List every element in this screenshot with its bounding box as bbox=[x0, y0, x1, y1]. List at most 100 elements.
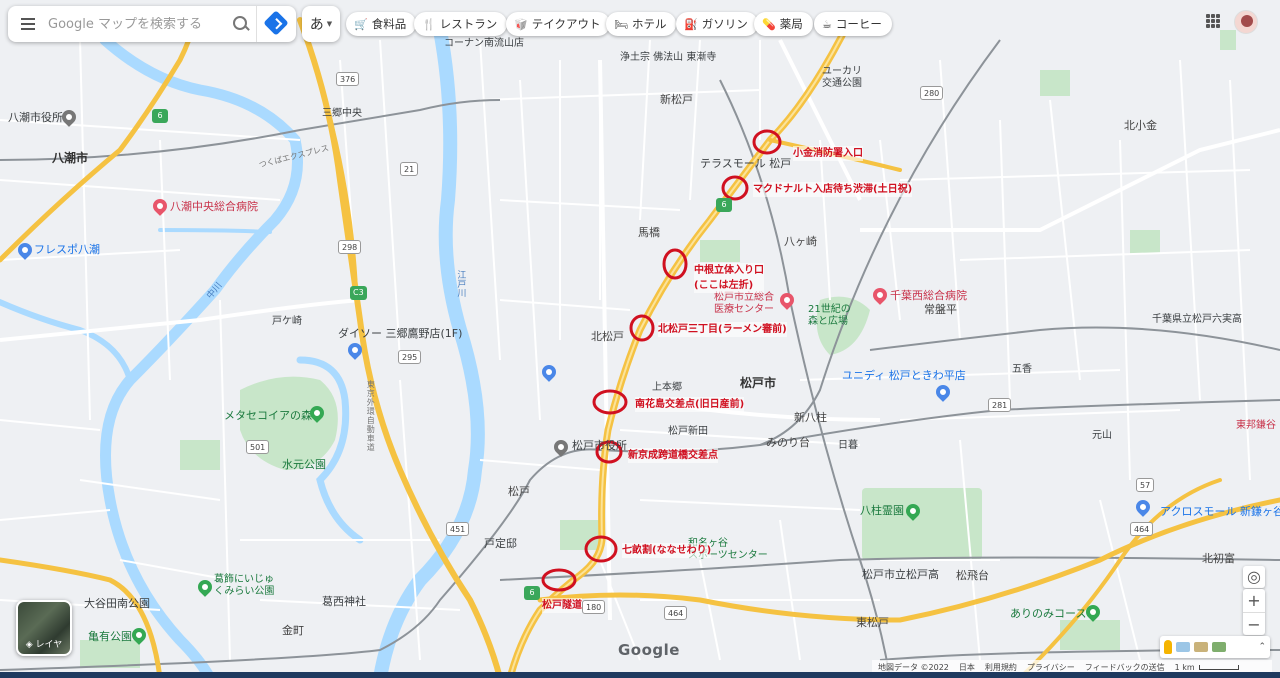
chip-restaurants-label: レストラン bbox=[439, 17, 498, 31]
avatar[interactable] bbox=[1234, 10, 1258, 34]
route-shield-6-b: 6 bbox=[716, 198, 732, 212]
label-oyata: 大谷田南公園 bbox=[84, 597, 150, 610]
search-icon[interactable] bbox=[226, 6, 256, 42]
chip-coffee-label: コーヒー bbox=[835, 17, 882, 31]
map-canvas[interactable] bbox=[0, 0, 1280, 678]
chip-hotels-label: ホテル bbox=[631, 17, 667, 31]
expand-icon[interactable]: ⌃ bbox=[1258, 642, 1266, 652]
label-chiba-nishi: 千葉西総合病院 bbox=[890, 289, 967, 302]
label-motoyama: 元山 bbox=[1092, 430, 1112, 441]
ime-label: あ bbox=[309, 17, 324, 33]
privacy-link[interactable]: プライバシー bbox=[1027, 662, 1075, 673]
label-kaido-6: 東京外環自動車道 bbox=[366, 380, 376, 452]
label-baba: 馬橋 bbox=[638, 226, 660, 239]
route-shield-21: 21 bbox=[400, 162, 419, 176]
route-shield-6-c: 6 bbox=[524, 586, 540, 600]
chip-pharmacy-label: 薬局 bbox=[779, 17, 803, 31]
directions-icon[interactable] bbox=[256, 6, 296, 42]
annotation-6: 新京成跨道橋交差点 bbox=[628, 448, 718, 463]
route-shield-451: 451 bbox=[446, 522, 470, 536]
label-unidy: ユニディ 松戸ときわ平店 bbox=[842, 369, 966, 382]
route-shield-295: 295 bbox=[398, 350, 422, 364]
chip-takeout-label: テイクアウト bbox=[531, 17, 601, 31]
menu-icon[interactable] bbox=[8, 6, 48, 42]
label-kita-kogane: 北小金 bbox=[1124, 119, 1157, 132]
chip-restaurants[interactable]: 🍴 レストラン bbox=[414, 12, 508, 36]
coffee-icon: ☕ bbox=[822, 17, 832, 31]
my-location-button[interactable]: ◎ bbox=[1243, 566, 1265, 588]
chip-takeout[interactable]: 🥡 テイクアウト bbox=[506, 12, 611, 36]
search-box bbox=[8, 6, 296, 42]
label-ya-kasaki: 八ヶ崎 bbox=[784, 235, 817, 248]
zoom-out-button[interactable]: − bbox=[1243, 612, 1265, 635]
label-yukari: ユーカリ 交通公園 bbox=[822, 66, 862, 89]
region-link[interactable]: 日本 bbox=[959, 662, 975, 673]
label-higashi-matsudo: 東松戸 bbox=[856, 616, 889, 629]
label-todaijima: 戸ケ崎 bbox=[272, 316, 302, 327]
label-matsudo-station: 松戸 bbox=[508, 485, 530, 498]
label-katsushika: 葛飾にいじゅ くみらい公園 bbox=[214, 574, 275, 597]
label-metasequoia: メタセコイアの森 bbox=[224, 409, 312, 422]
label-kita-hatsutomi: 北初富 bbox=[1202, 552, 1235, 565]
chip-pharmacy[interactable]: 💊 薬局 bbox=[754, 12, 813, 36]
label-kamihongo: 上本郷 bbox=[652, 382, 682, 393]
route-shield-180: 180 bbox=[582, 600, 606, 614]
label-kameari: 亀有公園 bbox=[88, 630, 132, 643]
route-shield-280: 280 bbox=[920, 86, 944, 100]
label-goko: 五香 bbox=[1012, 364, 1032, 375]
label-hichiri: 日暮 bbox=[838, 440, 858, 451]
street-view-bar: ⌃ bbox=[1160, 636, 1270, 658]
thumb-terrain[interactable] bbox=[1176, 642, 1190, 652]
label-tojo: 戸定邸 bbox=[484, 537, 517, 550]
chip-coffee[interactable]: ☕ コーヒー bbox=[814, 12, 892, 36]
zoom-controls: + − bbox=[1243, 589, 1265, 635]
label-ariino: ありのみコース bbox=[1010, 607, 1087, 620]
chip-groceries[interactable]: 🛒 食料品 bbox=[346, 12, 417, 36]
search-input[interactable] bbox=[48, 16, 226, 32]
label-kanan: コーナン南流山店 bbox=[444, 38, 524, 49]
chevron-down-icon: ▼ bbox=[326, 20, 333, 28]
chip-gas[interactable]: ⛽ ガソリン bbox=[676, 12, 758, 36]
pharmacy-icon: 💊 bbox=[762, 17, 776, 31]
label-yashio-hospital: 八潮中央総合病院 bbox=[170, 200, 258, 213]
annotation-4: 北松戸三丁目(ラーメン審前) bbox=[658, 322, 787, 337]
chip-hotels[interactable]: 🛏 ホテル bbox=[606, 12, 677, 36]
zoom-in-button[interactable]: + bbox=[1243, 589, 1265, 612]
takeout-icon: 🥡 bbox=[514, 17, 528, 31]
label-matsudo-high: 松戸市立松戸高 bbox=[862, 568, 939, 581]
feedback-link[interactable]: フィードバックの送信 bbox=[1085, 662, 1165, 673]
chip-groceries-label: 食料品 bbox=[371, 17, 407, 31]
scale-label[interactable]: 1 km bbox=[1175, 663, 1195, 672]
route-shield-464-a: 464 bbox=[664, 606, 688, 620]
annotation-3: 中根立体入り口 (ここは左折) bbox=[694, 263, 764, 293]
layers-label: ◈ レイヤ bbox=[25, 640, 63, 650]
annotation-1: 小金消防署入口 bbox=[793, 146, 863, 161]
thumb-satellite[interactable] bbox=[1212, 642, 1226, 652]
annotation-8: 松戸隧道 bbox=[542, 598, 582, 613]
thumb-traffic[interactable] bbox=[1194, 642, 1208, 652]
label-minorid: みのり台 bbox=[766, 436, 810, 449]
label-matsuhi: 松飛台 bbox=[956, 569, 989, 582]
layers-button[interactable]: ◈ レイヤ bbox=[16, 600, 72, 656]
route-shield-376: 376 bbox=[336, 72, 360, 86]
label-fresspo: フレスポ八潮 bbox=[34, 243, 100, 256]
google-logo: Google bbox=[618, 641, 680, 659]
label-mizumoto: 水元公園 bbox=[282, 458, 326, 471]
taskbar bbox=[0, 672, 1280, 678]
ime-toggle-button[interactable]: あ ▼ bbox=[302, 6, 340, 42]
label-edogawa: 江戸川 bbox=[455, 270, 466, 297]
label-kamagaya: 東邦鎌谷 bbox=[1236, 420, 1276, 431]
label-tokiwadaira: 常盤平 bbox=[924, 303, 957, 316]
route-shield-298: 298 bbox=[338, 240, 362, 254]
route-shield-281: 281 bbox=[988, 398, 1012, 412]
label-park-21: 21世紀の 森と広場 bbox=[808, 304, 851, 327]
label-shin-matsudo: 新松戸 bbox=[660, 93, 693, 106]
terms-link[interactable]: 利用規約 bbox=[985, 662, 1017, 673]
apps-grid-icon[interactable] bbox=[1206, 14, 1220, 28]
pegman-icon[interactable] bbox=[1164, 640, 1172, 654]
label-yashio-office: 八潮市役所 bbox=[8, 111, 63, 124]
cart-icon: 🛒 bbox=[354, 17, 368, 31]
label-matsudo-hospital: 松戸市立総合 医療センター bbox=[714, 292, 774, 315]
label-yashio-city: 八潮市 bbox=[52, 151, 89, 165]
annotation-7: 七畝割(ななせわり) bbox=[622, 543, 712, 558]
